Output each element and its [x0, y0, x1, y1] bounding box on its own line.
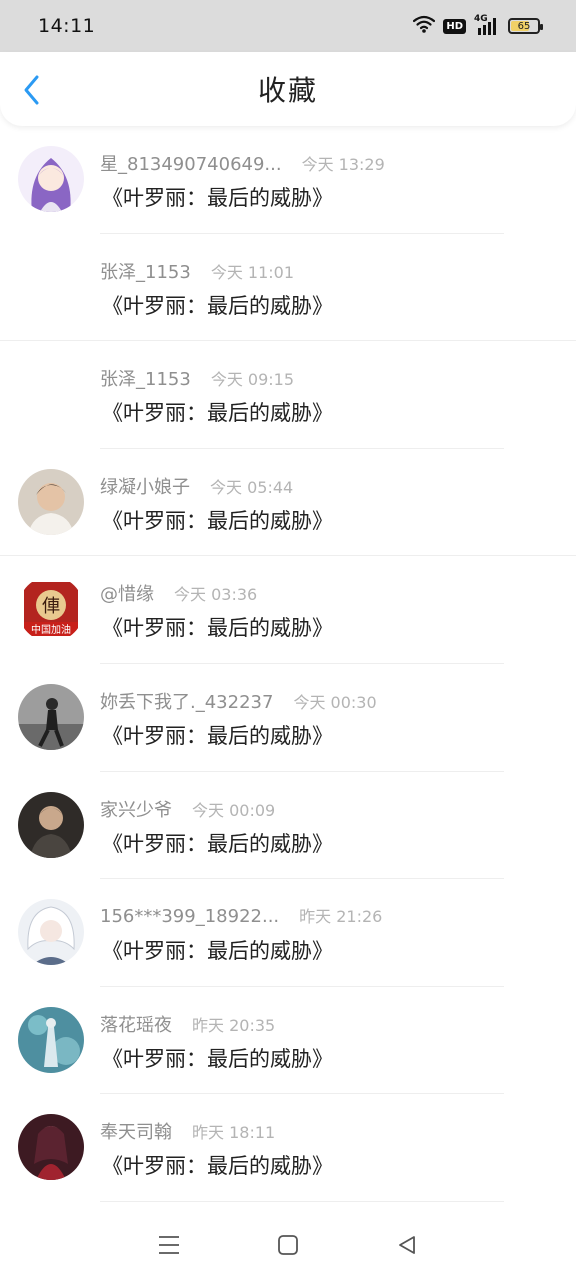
hd-icon: HD: [443, 18, 466, 34]
status-bar: 14:11 HD 4G 65: [0, 0, 576, 52]
book-title[interactable]: 《叶罗丽：最后的威胁》: [102, 828, 333, 858]
battery-icon: 65: [508, 18, 543, 34]
username[interactable]: 张泽_1153: [100, 365, 191, 391]
username[interactable]: 星_813490740649...: [100, 150, 282, 176]
timestamp: 昨天 21:26: [299, 907, 383, 927]
username[interactable]: 绿凝小娘子: [100, 473, 190, 499]
timestamp: 今天 11:01: [210, 262, 295, 282]
status-icons: HD 4G 65: [413, 14, 543, 37]
meta-line: 奉天司翰 昨天 18:11: [100, 1118, 275, 1144]
menu-button[interactable]: [147, 1223, 191, 1267]
book-title[interactable]: 《叶罗丽：最后的威胁》: [102, 720, 333, 750]
meta-line: 张泽_1153 今天 11:01: [100, 258, 294, 284]
book-title[interactable]: 《叶罗丽：最后的威胁》: [102, 182, 333, 212]
book-title[interactable]: 《叶罗丽：最后的威胁》: [102, 290, 333, 320]
avatar[interactable]: [18, 683, 84, 750]
back-button[interactable]: [14, 70, 50, 110]
avatar[interactable]: [18, 791, 84, 858]
home-button[interactable]: [266, 1223, 310, 1267]
list-item[interactable]: 妳丢下我了._432237 今天 00:30 《叶罗丽：最后的威胁》: [0, 664, 576, 772]
list-item[interactable]: 156***399_18922... 昨天 21:26 《叶罗丽：最后的威胁》: [0, 879, 576, 987]
avatar[interactable]: [18, 146, 84, 212]
avatar[interactable]: [18, 1006, 84, 1073]
book-title[interactable]: 《叶罗丽：最后的威胁》: [102, 1150, 333, 1180]
meta-line: 156***399_18922... 昨天 21:26: [100, 903, 382, 927]
battery-level: 65: [517, 20, 531, 32]
list-item[interactable]: 张泽_1153 今天 09:15 《叶罗丽：最后的威胁》: [0, 341, 576, 449]
avatar[interactable]: 俥中国加油: [18, 576, 84, 643]
book-title[interactable]: 《叶罗丽：最后的威胁》: [102, 397, 333, 427]
menu-icon: [159, 1236, 180, 1254]
divider: [100, 1200, 504, 1202]
home-icon: [278, 1235, 298, 1255]
timestamp: 今天 03:36: [174, 585, 258, 605]
username[interactable]: 156***399_18922...: [100, 906, 279, 927]
svg-text:俥: 俥: [42, 596, 60, 617]
status-time: 14:11: [38, 15, 96, 37]
username[interactable]: 落花瑶夜: [100, 1011, 172, 1037]
back-triangle-icon: [398, 1236, 415, 1254]
back-nav-button[interactable]: [385, 1223, 429, 1267]
list-item[interactable]: 星_813490740649... 今天 13:29 《叶罗丽：最后的威胁》: [0, 126, 576, 234]
timestamp: 昨天 18:11: [192, 1123, 276, 1143]
username[interactable]: 奉天司翰: [100, 1118, 172, 1144]
svg-text:中国加油: 中国加油: [31, 623, 71, 636]
avatar[interactable]: [18, 468, 84, 535]
timestamp: 昨天 20:35: [192, 1015, 276, 1035]
list-item[interactable]: 家兴少爷 今天 00:09 《叶罗丽：最后的威胁》: [0, 772, 576, 880]
timestamp: 今天 00:30: [293, 692, 377, 712]
list-item[interactable]: 俥中国加油 @惜缘 今天 03:36 《叶罗丽：最后的威胁》: [0, 556, 576, 664]
meta-line: 家兴少爷 今天 00:09: [100, 796, 275, 822]
page-title: 收藏: [257, 74, 318, 107]
book-title[interactable]: 《叶罗丽：最后的威胁》: [102, 505, 333, 535]
header: 收藏: [0, 52, 576, 126]
meta-line: 星_813490740649... 今天 13:29: [100, 150, 385, 176]
signal-icon: 4G: [474, 14, 500, 36]
wifi-icon: [413, 15, 436, 37]
avatar[interactable]: [18, 899, 84, 966]
battery-cap: [540, 24, 543, 30]
meta-line: 妳丢下我了._432237 今天 00:30: [100, 688, 377, 714]
book-title[interactable]: 《叶罗丽：最后的威胁》: [102, 935, 333, 965]
favorites-list: 星_813490740649... 今天 13:29 《叶罗丽：最后的威胁》 张泽_1…: [0, 126, 576, 1202]
navigation-bar: [0, 1210, 576, 1280]
username[interactable]: @惜缘: [100, 580, 154, 606]
avatar[interactable]: [18, 1114, 84, 1181]
list-item[interactable]: 落花瑶夜 昨天 20:35 《叶罗丽：最后的威胁》: [0, 987, 576, 1095]
meta-line: 绿凝小娘子 今天 05:44: [100, 473, 293, 499]
timestamp: 今天 05:44: [210, 477, 294, 497]
book-title[interactable]: 《叶罗丽：最后的威胁》: [102, 612, 333, 642]
username[interactable]: 妳丢下我了._432237: [100, 688, 273, 714]
list-item[interactable]: 绿凝小娘子 今天 05:44 《叶罗丽：最后的威胁》: [0, 449, 576, 557]
username[interactable]: 张泽_1153: [100, 258, 191, 284]
book-title[interactable]: 《叶罗丽：最后的威胁》: [102, 1043, 333, 1073]
timestamp: 今天 09:15: [210, 370, 295, 390]
meta-line: 落花瑶夜 昨天 20:35: [100, 1011, 275, 1037]
timestamp: 今天 00:09: [192, 800, 276, 820]
meta-line: @惜缘 今天 03:36: [100, 580, 257, 606]
username[interactable]: 家兴少爷: [100, 796, 172, 822]
screen: 14:11 HD 4G 65 收藏 星_813490740649... 今天 1…: [0, 0, 576, 1280]
list-item[interactable]: 奉天司翰 昨天 18:11 《叶罗丽：最后的威胁》: [0, 1094, 576, 1202]
list-item[interactable]: 张泽_1153 今天 11:01 《叶罗丽：最后的威胁》: [0, 234, 576, 342]
meta-line: 张泽_1153 今天 09:15: [100, 365, 294, 391]
chevron-left-icon: [24, 75, 39, 105]
timestamp: 今天 13:29: [301, 155, 385, 174]
